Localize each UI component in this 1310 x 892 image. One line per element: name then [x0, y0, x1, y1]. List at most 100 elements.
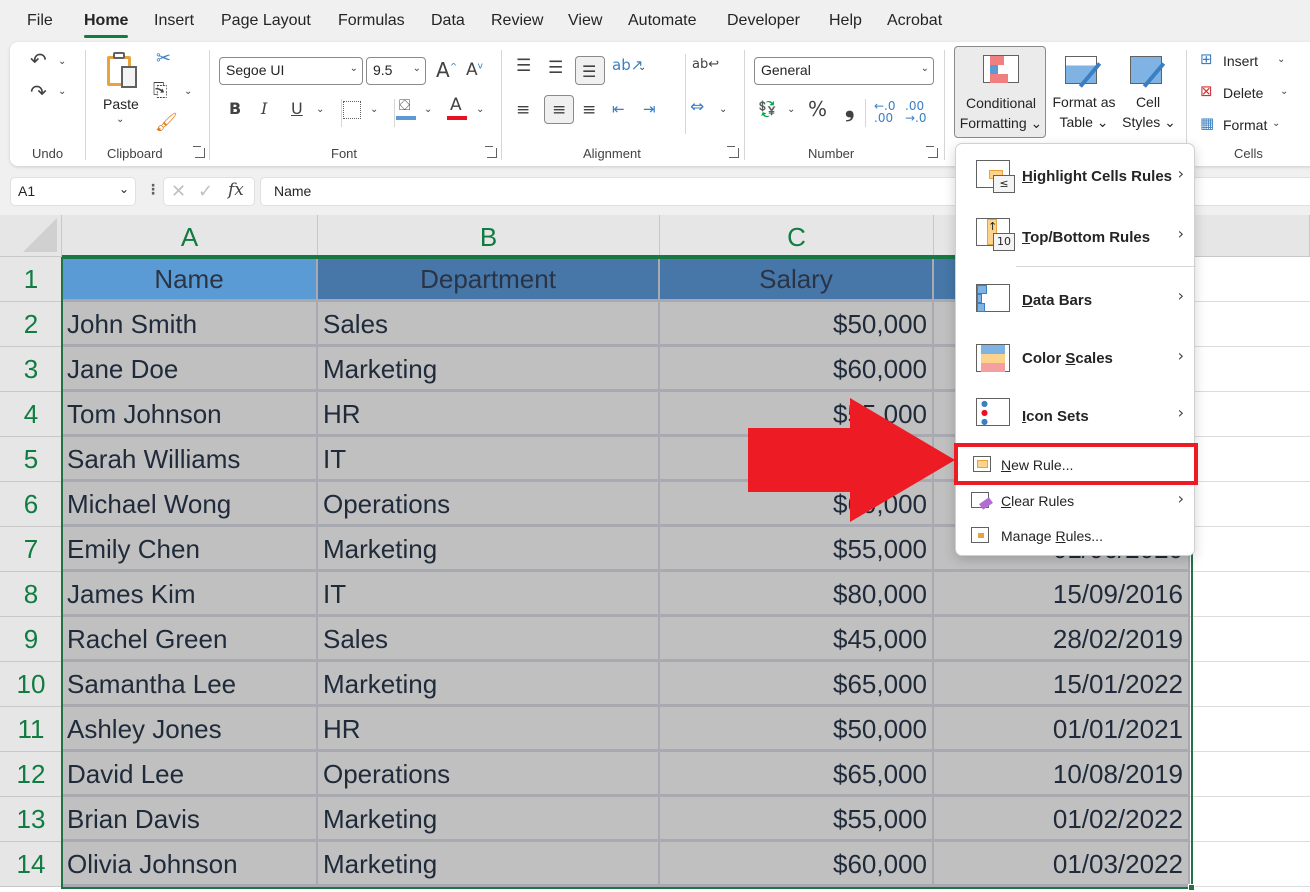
align-left-icon[interactable]: ≡ [516, 102, 530, 119]
table-cell[interactable]: Sales [318, 617, 660, 662]
row-header-7[interactable]: 7 [0, 527, 62, 572]
redo-dropdown-icon[interactable]: ⌄ [58, 86, 66, 97]
format-as-table-label-1[interactable]: Format as [1044, 92, 1124, 112]
table-cell[interactable]: Marketing [318, 842, 660, 887]
font-dialog-launcher[interactable] [485, 146, 497, 158]
increase-font-size-icon[interactable]: A^ [436, 60, 457, 80]
insert-function-button[interactable]: fx [228, 180, 244, 200]
top-align-icon[interactable]: ☰ [516, 58, 531, 75]
insert-cells-icon[interactable]: ⊞ [1200, 52, 1213, 67]
table-cell[interactable]: $55,000 [660, 797, 934, 842]
table-cell[interactable]: HR [318, 707, 660, 752]
table-cell[interactable]: Operations [318, 482, 660, 527]
fill-color-icon[interactable]: ⛋ [396, 98, 416, 122]
row-header-5[interactable]: 5 [0, 437, 62, 482]
empty-cell[interactable] [1190, 797, 1310, 842]
format-as-table-icon[interactable] [1054, 54, 1120, 94]
conditional-formatting-button[interactable]: Conditional Formatting ⌄ [954, 46, 1046, 138]
fill-handle[interactable] [1188, 884, 1195, 891]
table-cell[interactable]: Marketing [318, 527, 660, 572]
insert-dropdown-icon[interactable]: ⌄ [1277, 54, 1285, 65]
tab-help[interactable]: Help [829, 12, 862, 30]
delete-cells-icon[interactable]: ⊠ [1200, 84, 1213, 99]
table-cell[interactable]: 28/02/2019 [934, 617, 1190, 662]
empty-cell[interactable] [1190, 302, 1310, 347]
empty-cell[interactable] [1190, 752, 1310, 797]
number-format-select[interactable]: General ⌄ [754, 57, 934, 85]
accounting-dropdown-icon[interactable]: ⌄ [787, 104, 795, 115]
row-header-11[interactable]: 11 [0, 707, 62, 752]
redo-icon[interactable]: ↷ [30, 82, 47, 102]
header-cell[interactable]: Salary [660, 257, 934, 302]
accounting-format-icon[interactable]: 💱 [758, 102, 777, 117]
table-cell[interactable]: $80,000 [660, 572, 934, 617]
table-cell[interactable]: John Smith [62, 302, 318, 347]
tab-review[interactable]: Review [491, 12, 543, 30]
table-cell[interactable]: David Lee [62, 752, 318, 797]
table-cell[interactable]: James Kim [62, 572, 318, 617]
select-all-corner[interactable] [0, 215, 62, 257]
table-cell[interactable]: $60,000 [660, 347, 934, 392]
empty-cell[interactable] [1190, 707, 1310, 752]
row-header-12[interactable]: 12 [0, 752, 62, 797]
empty-cell[interactable] [1190, 347, 1310, 392]
table-cell[interactable]: Samantha Lee [62, 662, 318, 707]
clipboard-dialog-launcher[interactable] [193, 146, 205, 158]
bold-button[interactable]: B [229, 101, 241, 117]
tab-developer[interactable]: Developer [727, 12, 800, 30]
borders-dropdown-icon[interactable]: ⌄ [370, 104, 378, 115]
menu-item-data-bars[interactable]: Data Bars › [956, 268, 1196, 326]
italic-button[interactable]: I [261, 101, 267, 117]
menu-item-new-rule[interactable]: New Rule... [954, 443, 1198, 485]
column-header-e[interactable] [1190, 215, 1310, 257]
table-cell[interactable]: Operations [318, 752, 660, 797]
empty-cell[interactable] [1190, 527, 1310, 572]
merge-center-icon[interactable]: ⇔ [690, 99, 704, 116]
enter-icon[interactable]: ✓ [198, 181, 213, 202]
number-dialog-launcher[interactable] [926, 146, 938, 158]
table-cell[interactable]: IT [318, 572, 660, 617]
column-header-b[interactable]: B [318, 215, 660, 257]
table-cell[interactable]: Marketing [318, 347, 660, 392]
alignment-dialog-launcher[interactable] [727, 146, 739, 158]
table-cell[interactable]: Rachel Green [62, 617, 318, 662]
table-cell[interactable]: $65,000 [660, 662, 934, 707]
menu-item-highlight-cells-rules[interactable]: ≤ Highlight Cells Rules › [956, 144, 1196, 202]
menu-item-clear-rules[interactable]: Clear Rules › [956, 484, 1196, 520]
format-dropdown-icon[interactable]: ⌄ [1272, 118, 1280, 129]
empty-cell[interactable] [1190, 662, 1310, 707]
copy-dropdown-icon[interactable]: ⌄ [184, 86, 192, 97]
table-cell[interactable]: Olivia Johnson [62, 842, 318, 887]
undo-icon[interactable]: ↶ [30, 50, 47, 70]
row-header-1[interactable]: 1 [0, 257, 62, 302]
name-box[interactable]: A1 ⌄ [10, 177, 136, 206]
font-size-select[interactable]: 9.5 ⌄ [366, 57, 426, 85]
cancel-icon[interactable]: ✕ [171, 181, 186, 202]
empty-cell[interactable] [1190, 617, 1310, 662]
table-cell[interactable]: 10/08/2019 [934, 752, 1190, 797]
table-cell[interactable]: 15/09/2016 [934, 572, 1190, 617]
wrap-text-icon[interactable]: ab↩ [692, 58, 719, 71]
table-cell[interactable]: Sarah Williams [62, 437, 318, 482]
table-cell[interactable]: $50,000 [660, 302, 934, 347]
tab-data[interactable]: Data [431, 12, 465, 30]
decrease-indent-icon[interactable]: ⇤ [612, 102, 625, 117]
decrease-decimal-icon[interactable]: .00 →.0 [905, 100, 927, 124]
fill-color-dropdown-icon[interactable]: ⌄ [424, 104, 432, 115]
delete-button[interactable]: Delete [1223, 83, 1263, 103]
middle-align-icon[interactable]: ☰ [548, 60, 563, 77]
copy-icon[interactable]: ⎘ [153, 82, 167, 100]
row-header-4[interactable]: 4 [0, 392, 62, 437]
menu-item-color-scales[interactable]: Color Scales › [956, 328, 1196, 386]
empty-cell[interactable] [1190, 437, 1310, 482]
table-cell[interactable]: $45,000 [660, 617, 934, 662]
undo-dropdown-icon[interactable]: ⌄ [58, 56, 66, 67]
more-options-icon[interactable]: ⋮ [146, 182, 160, 198]
paste-icon[interactable] [107, 52, 141, 90]
bottom-align-button[interactable]: ☰ [575, 56, 605, 85]
empty-cell[interactable] [1190, 842, 1310, 887]
row-header-9[interactable]: 9 [0, 617, 62, 662]
underline-dropdown-icon[interactable]: ⌄ [316, 104, 324, 115]
increase-decimal-icon[interactable]: ←.0.00 [874, 100, 896, 124]
row-header-10[interactable]: 10 [0, 662, 62, 707]
